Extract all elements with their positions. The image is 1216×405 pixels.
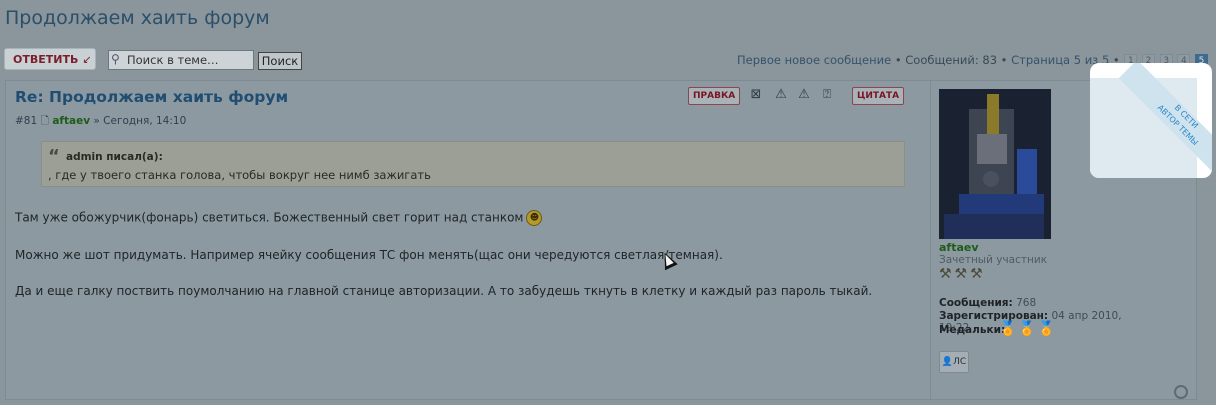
quote-button[interactable]: ЦИТАТА [852,87,905,105]
edit-button[interactable]: ПРАВКА [688,87,741,105]
post-time: » Сегодня, 14:10 [93,115,187,127]
user-icon: 👤 [941,357,954,367]
profile-rank: Зачетный участник [939,254,1048,266]
delete-icon[interactable]: ⊠ [748,87,764,103]
bullet-separator: • [1000,53,1008,67]
quote-text: , где у твоего станка голова, чтобы вокр… [48,168,431,182]
avatar[interactable] [939,89,1051,239]
rank-icons: ⚒⚒⚒ [939,266,986,282]
pm-label: ЛС [953,357,967,367]
profile-posts: Сообщения: 768 [939,297,1036,309]
post-text-line: Там уже обожурчик(фонарь) светиться. Бож… [15,210,543,226]
quote-block: “ admin писал(а): , где у твоего станка … [41,141,905,187]
post: Re: Продолжаем хаить форум #81 🗋 aftaev … [5,80,1197,400]
medals-label: Медальки: [939,324,1006,336]
post-number[interactable]: #81 [15,115,37,127]
search-input[interactable]: ⚲ Поиск в теме… [108,50,254,70]
smiley-icon: ☻ [526,210,543,226]
medal-icons[interactable]: 🏅🏅🏅 [999,321,1057,337]
post-text-line: Да и еще галку поствить поумолчанию на г… [15,284,873,298]
post-author[interactable]: aftaev [52,115,90,127]
posts-label: Сообщения: [939,297,1013,309]
post-meta: #81 🗋 aftaev » Сегодня, 14:10 [15,113,186,131]
info-icon[interactable]: ⍰ [819,87,835,103]
search-placeholder: Поиск в теме… [127,53,219,67]
quote-mark-icon: “ [48,146,60,167]
posts-count: Сообщений: 83 [905,53,998,67]
page-title[interactable]: Продолжаем хаить форум [5,7,270,29]
profile-medals: Медальки: [939,324,1005,336]
reply-arrow-icon: ↙ [82,53,92,66]
quote-author: admin писал(а): [66,151,163,163]
search-icon: ⚲ [111,52,120,66]
post-text-line: Можно же шот придумать. Например ячейку … [15,248,723,262]
search-button[interactable]: Поиск [258,52,302,70]
post-doc-icon: 🗋 [40,115,49,127]
post-title[interactable]: Re: Продолжаем хаить форум [15,88,288,106]
warn-icon[interactable]: ⚠ [773,87,789,103]
bullet-separator: • [894,53,902,67]
post-actions: ПРАВКА ⊠ ⚠ ⚠ ⍰ ЦИТАТА [686,87,911,107]
avatar-image [939,89,1051,239]
post-text-1: Там уже обожурчик(фонарь) светиться. Бож… [15,210,524,225]
posts-value: 768 [1016,297,1037,309]
online-author-badge: В СЕТИ АВТОР ТЕМЫ [1090,63,1212,178]
reply-button[interactable]: ОТВЕТИТЬ ↙ [4,48,96,70]
pm-button[interactable]: 👤ЛС [939,351,969,373]
report-icon[interactable]: ⚠ [796,87,812,103]
first-new-post-link[interactable]: Первое новое сообщение [737,53,891,67]
scroll-top-icon[interactable] [1174,385,1188,399]
profile-username[interactable]: aftaev [939,241,979,254]
reply-button-label: ОТВЕТИТЬ [13,53,79,66]
topic-toolbar: ОТВЕТИТЬ ↙ ⚲ Поиск в теме… Поиск Первое н… [4,48,1212,72]
